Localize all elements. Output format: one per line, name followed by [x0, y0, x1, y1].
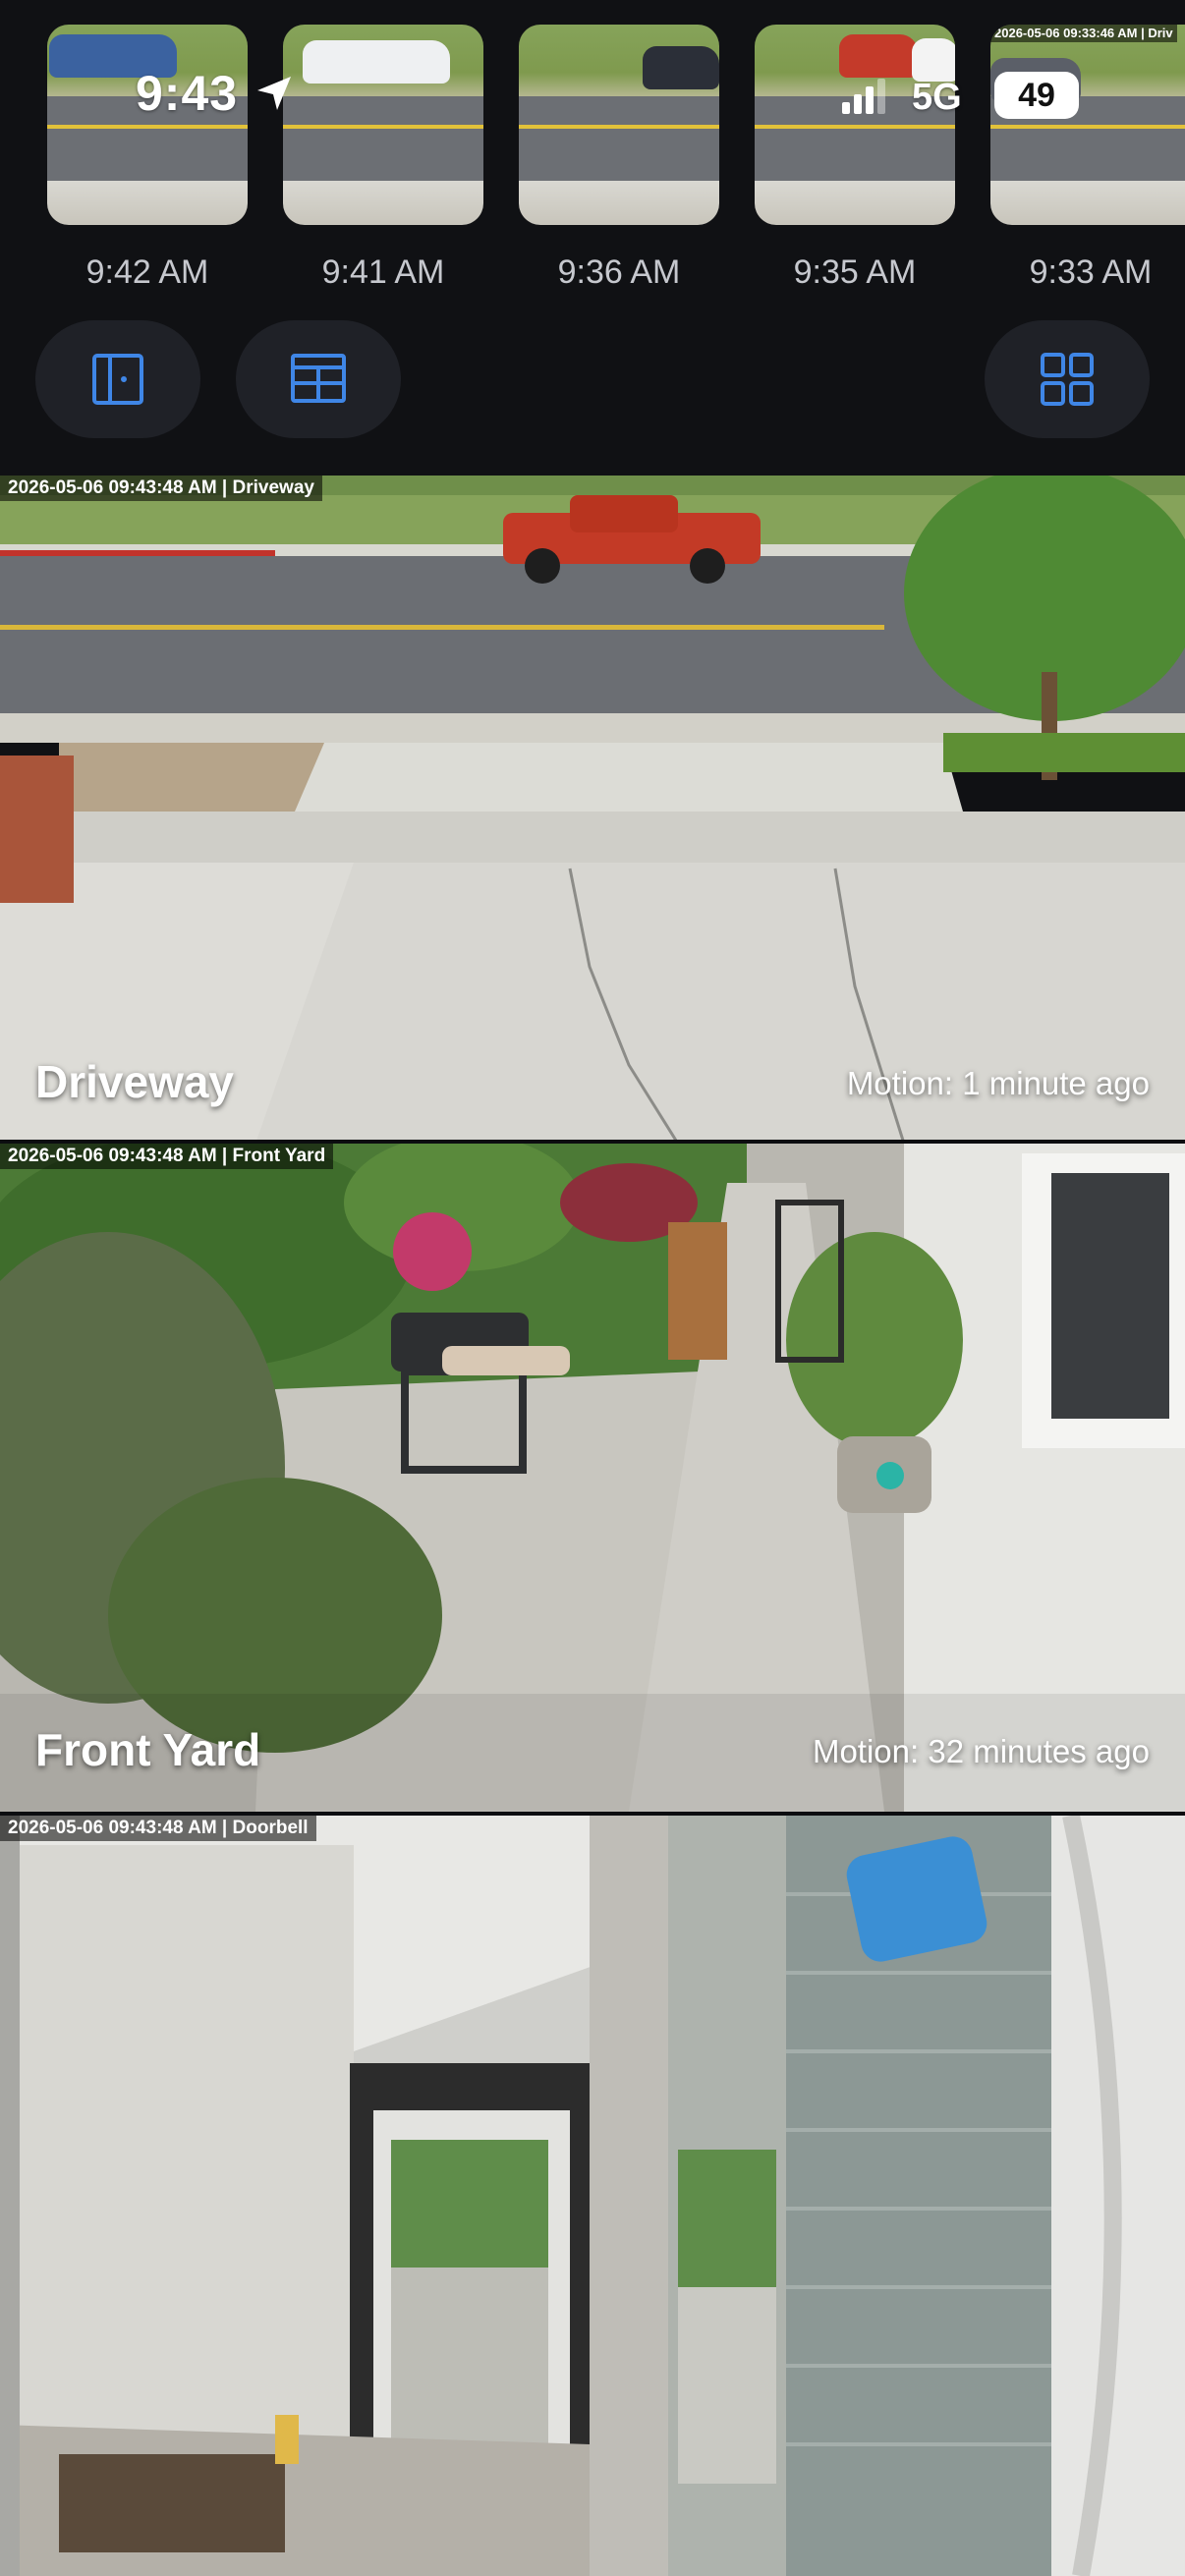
- recent-events-strip[interactable]: 2026-05-06 09:33:46 AM | Driv 9:42 AM 9:…: [0, 0, 1185, 462]
- door-view-button[interactable]: [35, 320, 200, 438]
- door-view-icon: [92, 354, 143, 405]
- camera-name: Front Yard: [35, 1724, 261, 1775]
- camera-timestamp: 2026-05-06 09:43:48 AM | Doorbell: [0, 1816, 316, 1841]
- grid-icon: [1041, 353, 1094, 406]
- front-yard-camera-image: [0, 1144, 1185, 1812]
- grid-view-button[interactable]: [985, 320, 1150, 438]
- event-thumbnail[interactable]: [755, 25, 955, 225]
- event-time: 9:42 AM: [85, 253, 209, 291]
- event-time: 9:41 AM: [321, 253, 445, 291]
- driveway-camera-image: [0, 476, 1185, 1144]
- event-thumbnail[interactable]: [47, 25, 248, 225]
- camera-feed-front-yard[interactable]: 2026-05-06 09:43:48 AM | Front Yard Fron…: [0, 1144, 1185, 1812]
- event-thumbnail[interactable]: [519, 25, 719, 225]
- doorbell-camera-image: [0, 1816, 1185, 2576]
- event-time: 9:33 AM: [1029, 253, 1153, 291]
- thumbnail-stamp: 2026-05-06 09:33:46 AM | Driv: [990, 25, 1177, 42]
- event-thumbnail[interactable]: 2026-05-06 09:33:46 AM | Driv: [990, 25, 1185, 225]
- camera-timestamp: 2026-05-06 09:43:48 AM | Driveway: [0, 476, 322, 501]
- motion-status: Motion: 32 minutes ago: [812, 1733, 1150, 1769]
- event-time: 9:36 AM: [557, 253, 681, 291]
- motion-status: Motion: 1 minute ago: [846, 1065, 1150, 1101]
- event-thumbnail[interactable]: [283, 25, 483, 225]
- event-time: 9:35 AM: [793, 253, 917, 291]
- camera-timestamp: 2026-05-06 09:43:48 AM | Front Yard: [0, 1144, 334, 1169]
- split-layout-button[interactable]: [236, 320, 401, 438]
- split-layout-icon: [291, 354, 346, 403]
- camera-feed-driveway[interactable]: 2026-05-06 09:43:48 AM | Driveway Drivew…: [0, 476, 1185, 1144]
- camera-name: Driveway: [35, 1056, 235, 1107]
- camera-feed-doorbell[interactable]: 2026-05-06 09:43:48 AM | Doorbell: [0, 1816, 1185, 2576]
